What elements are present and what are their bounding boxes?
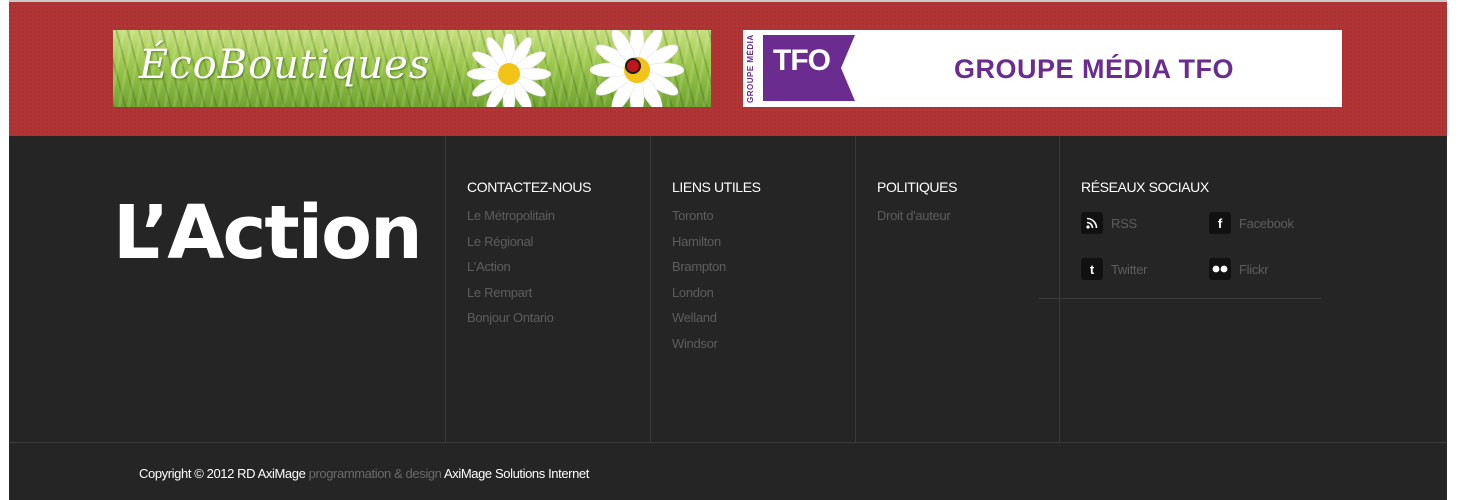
tfo-ad[interactable]: GROUPE MÉDIA TFO GROUPE MÉDIA TFO (743, 30, 1342, 107)
social-link-rss[interactable]: RSS (1081, 212, 1137, 234)
footer-link[interactable]: Le Rempart (467, 280, 650, 306)
column-heading: POLITIQUES (877, 179, 958, 195)
social-links: RSS f Facebook t Twitter Flickr (1081, 209, 1341, 309)
brand-logo[interactable]: L’Action (113, 196, 423, 270)
social-label: Twitter (1111, 261, 1148, 277)
column-heading: CONTACTEZ-NOUS (467, 179, 592, 195)
footer-column-policies: POLITIQUES Droit d'auteur (855, 136, 1059, 442)
page: ÉcoBoutiques GROUPE MÉDIA TFO GROUPE MÉD… (9, 0, 1447, 500)
footer-link[interactable]: Le Régional (467, 229, 650, 255)
tfo-side-label: GROUPE MÉDIA (746, 34, 755, 104)
social-label: Facebook (1239, 215, 1294, 231)
footer-link[interactable]: Brampton (672, 254, 855, 280)
footer-link[interactable]: London (672, 280, 855, 306)
flickr-icon (1209, 258, 1231, 280)
ecoboutiques-ad[interactable]: ÉcoBoutiques (113, 30, 711, 107)
footer-link[interactable]: Hamilton (672, 229, 855, 255)
tfo-ad-title: GROUPE MÉDIA TFO (954, 54, 1235, 84)
site-footer: L’Action CONTACTEZ-NOUS Le Métropolitain… (9, 136, 1447, 500)
copyright-line: Copyright © 2012 RD AxiMage programmatio… (139, 466, 589, 481)
facebook-icon: f (1209, 212, 1231, 234)
footer-link[interactable]: Bonjour Ontario (467, 305, 650, 331)
link-list: Toronto Hamilton Brampton London Welland… (672, 203, 855, 357)
social-label: RSS (1111, 215, 1137, 231)
social-link-flickr[interactable]: Flickr (1209, 258, 1269, 280)
rss-icon (1081, 212, 1103, 234)
social-link-facebook[interactable]: f Facebook (1209, 212, 1294, 234)
footer-link[interactable]: Welland (672, 305, 855, 331)
footer-column-useful-links: LIENS UTILES Toronto Hamilton Brampton L… (650, 136, 855, 442)
footer-column-contact: CONTACTEZ-NOUS Le Métropolitain Le Régio… (445, 136, 650, 442)
footer-link[interactable]: Toronto (672, 203, 855, 229)
footer-link[interactable]: Droit d'auteur (877, 203, 1059, 229)
column-heading: RÉSEAUX SOCIAUX (1081, 179, 1209, 195)
footer-link[interactable]: Le Métropolitain (467, 203, 650, 229)
footer-link[interactable]: Windsor (672, 331, 855, 357)
footer-link[interactable]: L'Action (467, 254, 650, 280)
column-heading: LIENS UTILES (672, 179, 761, 195)
footer-column-social: RÉSEAUX SOCIAUX RSS f Facebook t Twitter (1039, 136, 1341, 442)
daisy-flower-icon (466, 34, 552, 107)
copyright-text: Copyright © 2012 RD AxiMage (139, 466, 306, 481)
social-link-twitter[interactable]: t Twitter (1081, 258, 1147, 280)
banner-area: ÉcoBoutiques GROUPE MÉDIA TFO GROUPE MÉD… (9, 0, 1447, 136)
link-list: Droit d'auteur (877, 203, 1059, 229)
credit-link[interactable]: AxiMage Solutions Internet (444, 466, 589, 481)
ecoboutiques-ad-title: ÉcoBoutiques (139, 42, 431, 88)
twitter-icon: t (1081, 258, 1103, 280)
divider (9, 442, 1447, 443)
link-list: Le Métropolitain Le Régional L'Action Le… (467, 203, 650, 331)
divider (1039, 298, 1321, 299)
social-label: Flickr (1239, 261, 1269, 277)
credit-prefix: programmation & design (308, 466, 442, 481)
ladybug-icon (625, 58, 641, 74)
tfo-logo-text: TFO (773, 44, 831, 77)
